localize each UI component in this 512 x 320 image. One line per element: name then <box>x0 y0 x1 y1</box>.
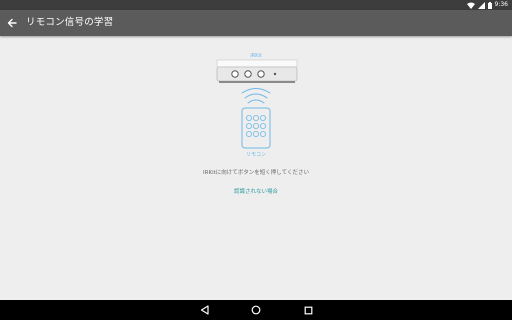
signal-waves-icon <box>241 88 271 104</box>
page-title: リモコン信号の学習 <box>26 17 114 28</box>
battery-icon <box>487 1 492 9</box>
app-bar: リモコン信号の学習 <box>0 10 512 36</box>
remote-label: リモコン <box>246 152 266 158</box>
home-circle-icon[interactable] <box>250 304 262 316</box>
device-label: IRKit <box>250 53 262 59</box>
irkit-device-icon <box>216 59 298 83</box>
status-bar: 9:36 <box>0 0 512 10</box>
wifi-icon <box>466 2 475 9</box>
instruction-text: IRKitに向けてボタンを短く押してください <box>203 170 309 176</box>
status-time: 9:36 <box>494 1 508 8</box>
status-icons: 9:36 <box>466 0 508 10</box>
navigation-bar <box>0 300 512 320</box>
arrow-back-icon[interactable] <box>5 16 19 30</box>
recents-square-icon[interactable] <box>302 304 314 316</box>
help-link[interactable]: 認識されない場合 <box>0 187 512 195</box>
learning-illustration: IRKit リモコン <box>216 53 298 158</box>
back-triangle-icon[interactable] <box>198 304 210 316</box>
remote-control-icon <box>241 107 271 149</box>
signal-icon <box>477 1 485 9</box>
main-content: IRKit リモコン IRKitに向けてボタンを短く押してください 認識されない… <box>0 36 512 300</box>
